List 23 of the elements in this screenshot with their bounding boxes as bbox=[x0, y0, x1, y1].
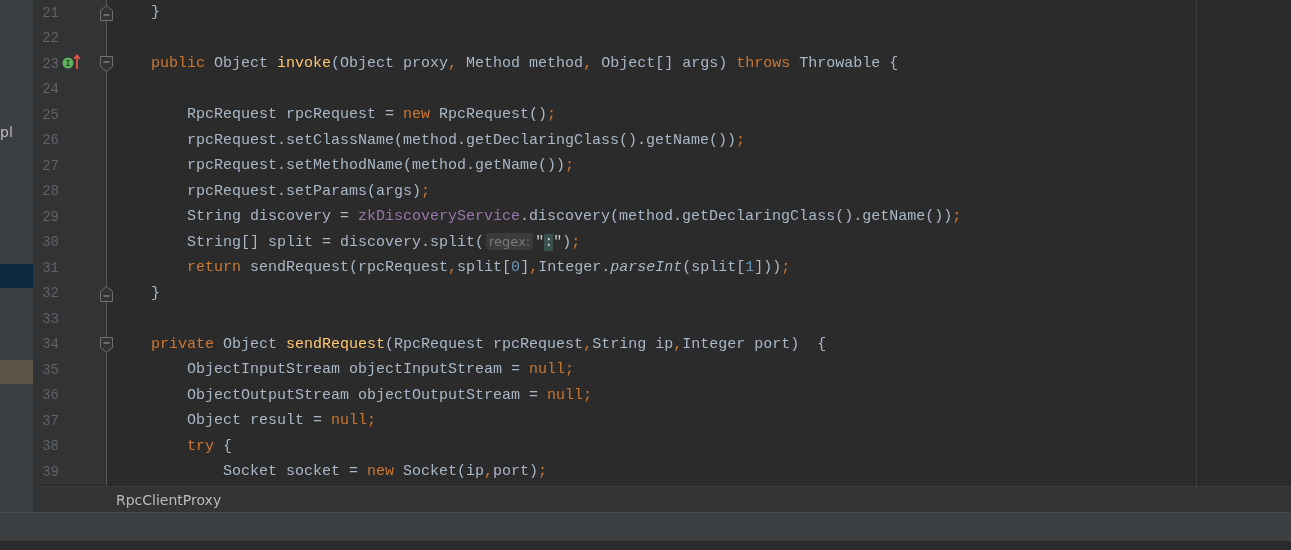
code-line: Socket socket = new Socket(ip,port); bbox=[222, 463, 548, 481]
code-line: ObjectInputStream objectInputStream = null; bbox=[186, 361, 575, 379]
implements-arrow-icon[interactable] bbox=[62, 54, 82, 70]
code-line: rpcRequest.setParams(args); bbox=[186, 182, 431, 200]
fold-icon[interactable] bbox=[100, 56, 113, 72]
fold-icon[interactable] bbox=[100, 336, 113, 353]
code-line: rpcRequest.setClassName(method.getDeclaringClass().getName()); bbox=[186, 131, 746, 149]
breadcrumb[interactable]: RpcClientProxy bbox=[116, 491, 222, 508]
code-line: } bbox=[150, 4, 160, 22]
fold-icon[interactable] bbox=[100, 5, 113, 21]
tree-row[interactable]: pl bbox=[0, 120, 33, 144]
code-line: rpcRequest.setMethodName(method.getName()); bbox=[186, 157, 575, 175]
code-line: private Object sendRequest(RpcRequest rpcRequest,String ip,Integer port) { bbox=[150, 335, 827, 353]
code-line: public Object invoke(Object proxy, Method method, Object[] args) throws Throwable { bbox=[150, 55, 899, 73]
code-line: return sendRequest(rpcRequest,split[0],Integer.parseInt(split[1])); bbox=[186, 259, 791, 277]
code-line: Object result = null; bbox=[186, 412, 377, 430]
code-line: } bbox=[150, 284, 160, 302]
code-line: try { bbox=[186, 437, 233, 455]
code-line: String[] split = discovery.split( regex: ":"); bbox=[186, 233, 581, 251]
code-line: RpcRequest rpcRequest = new RpcRequest(); bbox=[186, 106, 557, 124]
code-line: ObjectOutputStream objectOutputStream = null; bbox=[186, 386, 593, 404]
code-line: String discovery = zkDiscoveryService.discovery(method.getDeclaringClass().getName()); bbox=[186, 208, 962, 226]
fold-icon[interactable] bbox=[100, 285, 113, 302]
